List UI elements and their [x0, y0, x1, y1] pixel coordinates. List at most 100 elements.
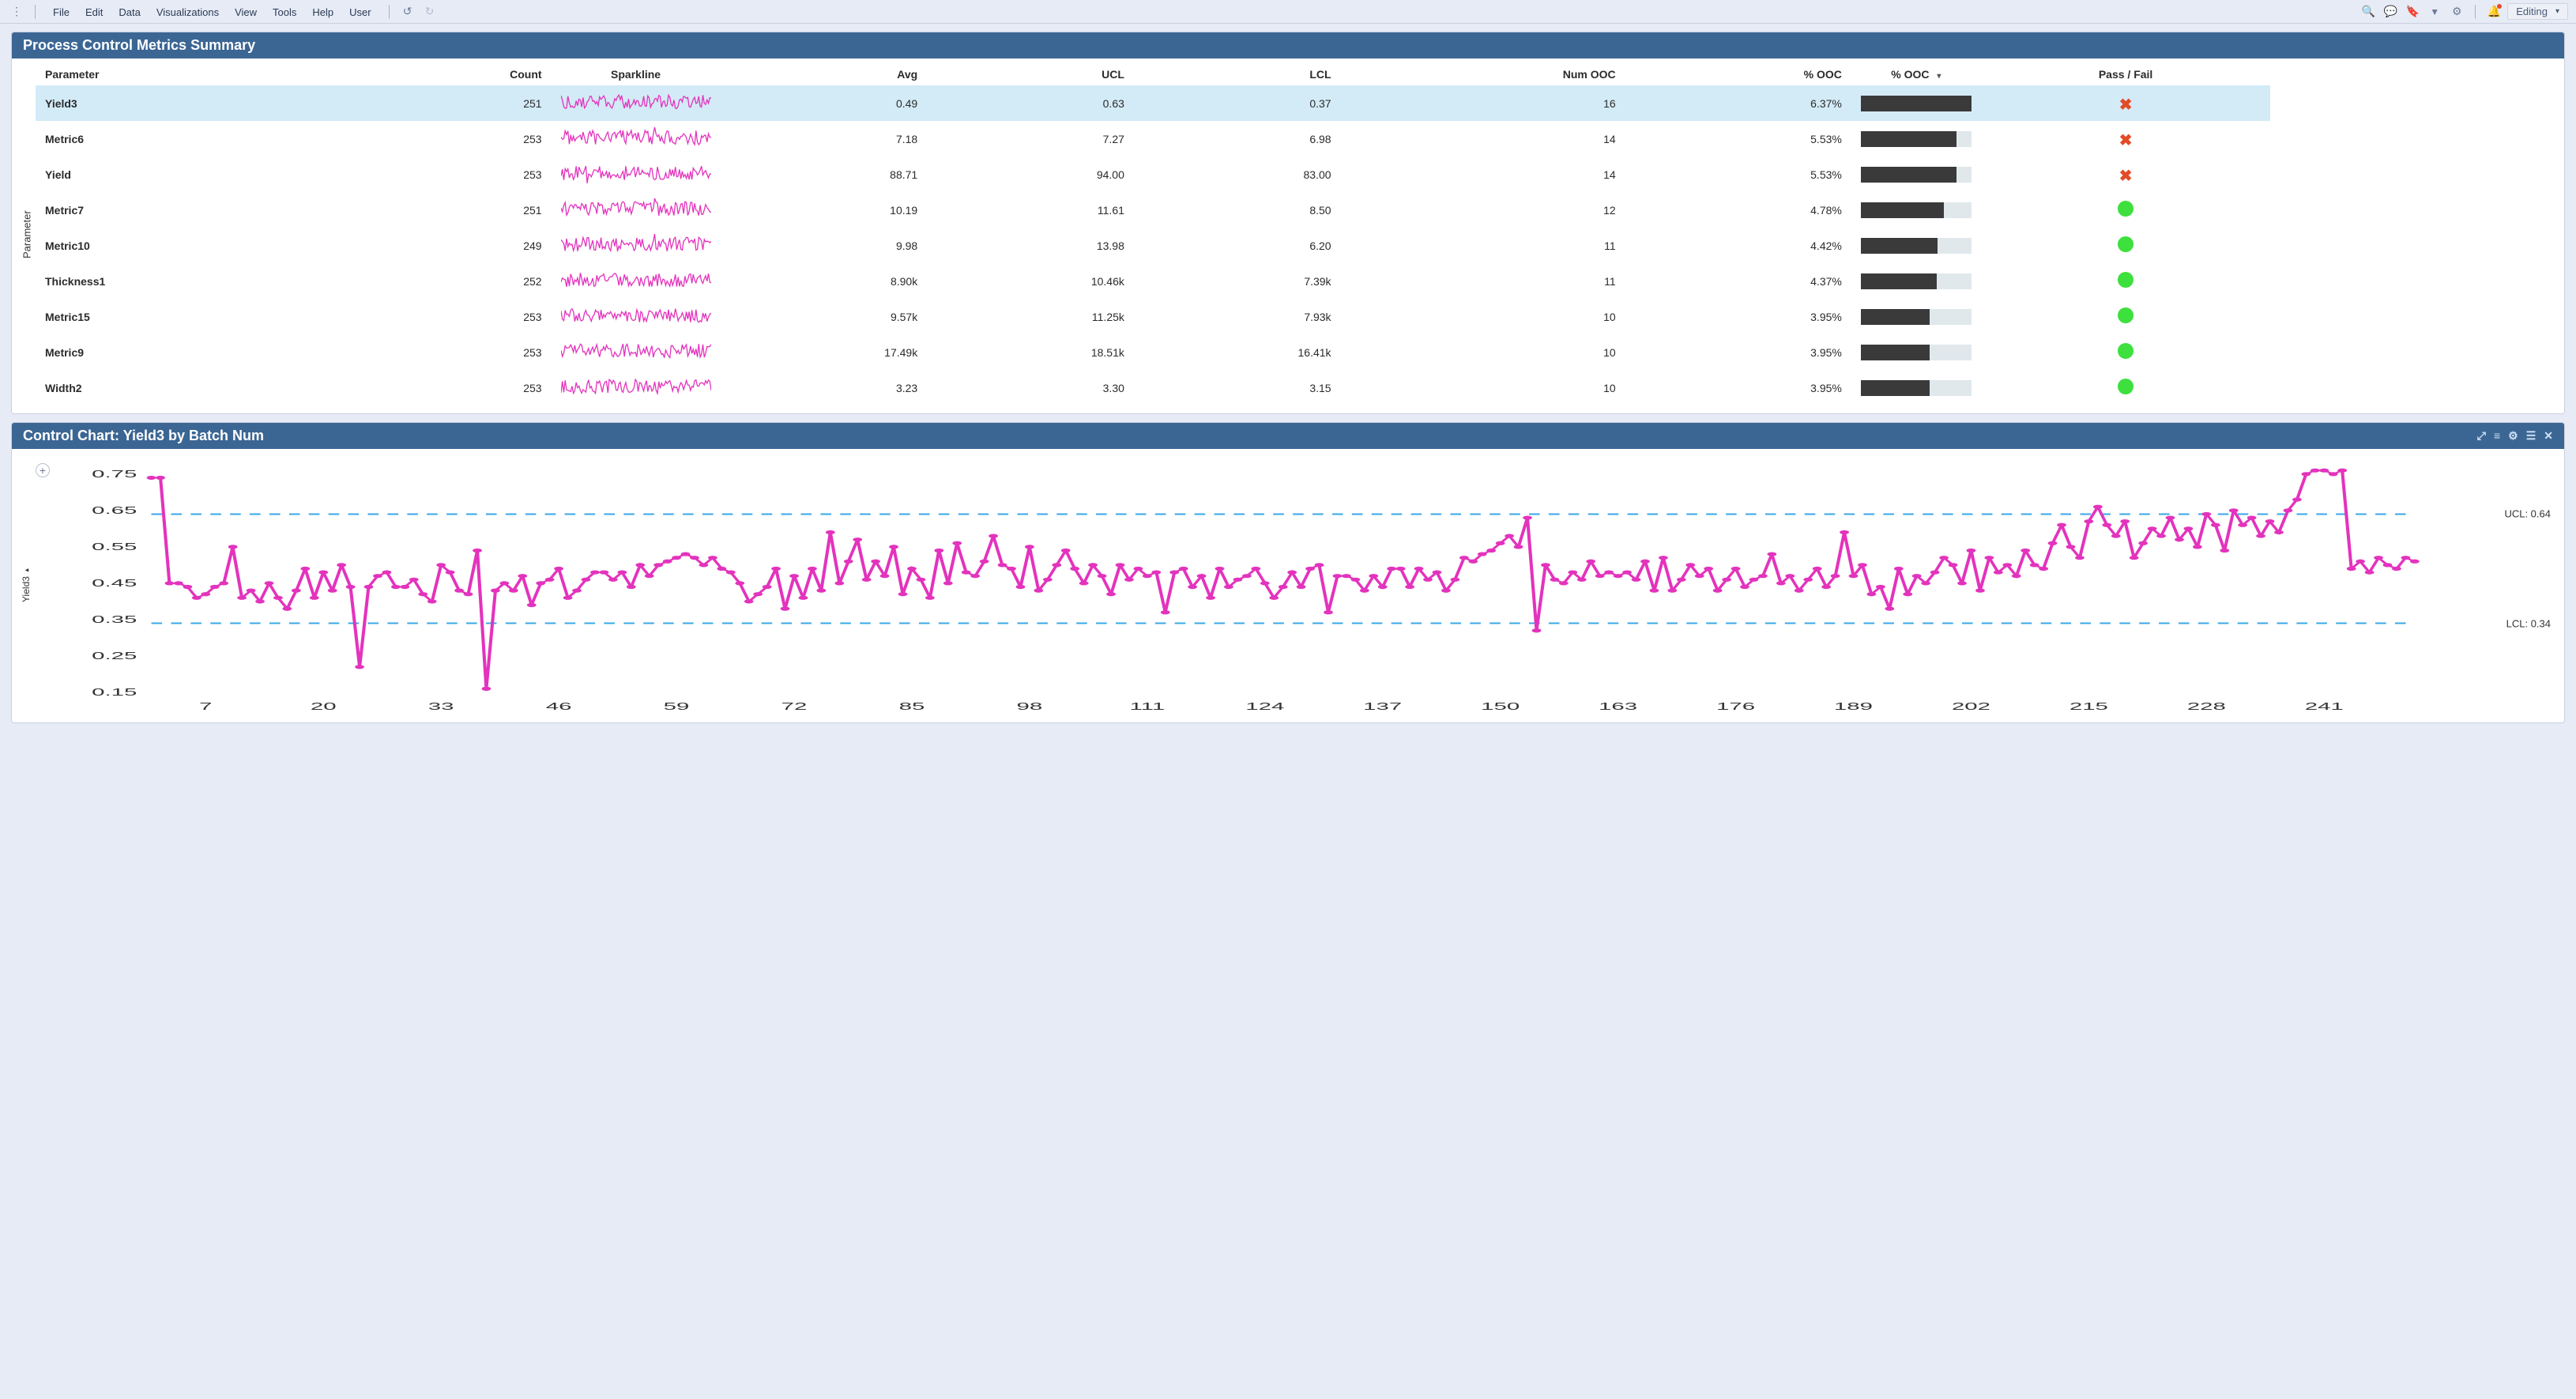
cell-numooc: 10 [1341, 334, 1625, 370]
menu-user[interactable]: User [341, 4, 378, 21]
cell-count: 249 [349, 228, 551, 263]
filter-icon[interactable] [2426, 3, 2443, 21]
cell-pctooc: 3.95% [1625, 299, 1851, 334]
menu-help[interactable]: Help [304, 4, 341, 21]
col-parameter[interactable]: Parameter [36, 63, 349, 85]
metrics-table: Parameter Count Sparkline Avg UCL LCL Nu… [36, 63, 2270, 405]
fail-icon: ✖ [2118, 130, 2133, 146]
redo-button[interactable] [421, 3, 439, 21]
legend-icon[interactable] [2526, 429, 2536, 443]
cell-numooc: 12 [1341, 192, 1625, 228]
expand-icon[interactable] [2477, 429, 2486, 443]
menu-visualizations[interactable]: Visualizations [149, 4, 227, 21]
cell-sparkline [552, 263, 721, 299]
add-axis-button[interactable]: + [36, 463, 50, 477]
cell-numooc: 11 [1341, 228, 1625, 263]
table-row[interactable]: Metric102499.9813.986.20114.42% [36, 228, 2270, 263]
svg-text:98: 98 [1017, 700, 1043, 712]
menu-edit[interactable]: Edit [77, 4, 111, 21]
col-passfail[interactable]: Pass / Fail [1981, 63, 2270, 85]
pass-icon [2118, 379, 2133, 394]
cell-ucl: 3.30 [927, 370, 1134, 405]
notifications-icon[interactable] [2485, 3, 2503, 21]
svg-text:137: 137 [1363, 700, 1402, 712]
cell-pctooc: 4.42% [1625, 228, 1851, 263]
app-menu-icon[interactable] [8, 3, 25, 21]
panel-header: Control Chart: Yield3 by Batch Num [12, 423, 2564, 449]
cell-sparkline [552, 85, 721, 121]
cell-sparkline [552, 156, 721, 192]
mode-label: Editing [2516, 6, 2548, 17]
svg-text:241: 241 [2305, 700, 2344, 712]
search-icon[interactable] [2359, 3, 2377, 21]
cell-numooc: 14 [1341, 156, 1625, 192]
cell-bar [1851, 263, 1981, 299]
cell-avg: 0.49 [721, 85, 928, 121]
menu-view[interactable]: View [227, 4, 265, 21]
table-row[interactable]: Metric925317.49k18.51k16.41k103.95% [36, 334, 2270, 370]
menu-file[interactable]: File [45, 4, 77, 21]
bookmark-icon[interactable] [2404, 3, 2421, 21]
control-chart-panel: Control Chart: Yield3 by Batch Num Yield… [11, 422, 2565, 723]
table-row[interactable]: Width22533.233.303.15103.95% [36, 370, 2270, 405]
cell-passfail [1981, 228, 2270, 263]
cell-lcl: 6.20 [1134, 228, 1341, 263]
table-row[interactable]: Metric725110.1911.618.50124.78% [36, 192, 2270, 228]
details-icon[interactable] [2494, 429, 2500, 443]
gear-icon[interactable] [2508, 429, 2518, 443]
col-count[interactable]: Count [349, 63, 551, 85]
cell-avg: 3.23 [721, 370, 928, 405]
col-sparkline[interactable]: Sparkline [552, 63, 721, 85]
col-numooc[interactable]: Num OOC [1341, 63, 1625, 85]
ucl-label: UCL: 0.64 [2502, 507, 2553, 521]
separator [2475, 5, 2476, 19]
table-row[interactable]: Yield32510.490.630.37166.37%✖ [36, 85, 2270, 121]
svg-text:0.45: 0.45 [92, 577, 137, 589]
table-row[interactable]: Thickness12528.90k10.46k7.39k114.37% [36, 263, 2270, 299]
cell-sparkline [552, 228, 721, 263]
cell-passfail [1981, 299, 2270, 334]
cell-sparkline [552, 121, 721, 156]
svg-text:228: 228 [2187, 700, 2226, 712]
col-ucl[interactable]: UCL [927, 63, 1134, 85]
table-row[interactable]: Yield25388.7194.0083.00145.53%✖ [36, 156, 2270, 192]
cell-lcl: 7.93k [1134, 299, 1341, 334]
cell-pctooc: 6.37% [1625, 85, 1851, 121]
panel-header: Process Control Metrics Summary [12, 32, 2564, 58]
close-icon[interactable] [2544, 429, 2553, 443]
svg-text:46: 46 [546, 700, 572, 712]
svg-text:111: 111 [1129, 700, 1165, 712]
cell-count: 251 [349, 85, 551, 121]
svg-text:20: 20 [311, 700, 337, 712]
chevron-down-icon: ▾ [2555, 7, 2559, 16]
cell-count: 253 [349, 334, 551, 370]
chevron-down-icon: ▸ [22, 566, 30, 574]
cell-avg: 10.19 [721, 192, 928, 228]
pass-icon [2118, 307, 2133, 323]
table-row[interactable]: Metric152539.57k11.25k7.93k103.95% [36, 299, 2270, 334]
svg-text:124: 124 [1245, 700, 1284, 712]
comments-icon[interactable] [2382, 3, 2399, 21]
settings-icon[interactable] [2448, 3, 2465, 21]
cell-pctooc: 4.78% [1625, 192, 1851, 228]
cell-avg: 88.71 [721, 156, 928, 192]
cell-passfail [1981, 334, 2270, 370]
col-pctooc-bar[interactable]: % OOC ▾ [1851, 63, 1981, 85]
svg-text:0.35: 0.35 [92, 613, 137, 625]
y-axis-selector[interactable]: Yield3 ▸ [18, 454, 34, 715]
col-lcl[interactable]: LCL [1134, 63, 1341, 85]
panel-tool-icons [2477, 429, 2553, 443]
svg-text:59: 59 [664, 700, 690, 712]
table-row[interactable]: Metric62537.187.276.98145.53%✖ [36, 121, 2270, 156]
cell-passfail [1981, 370, 2270, 405]
col-pctooc[interactable]: % OOC [1625, 63, 1851, 85]
cell-pctooc: 5.53% [1625, 121, 1851, 156]
menu-data[interactable]: Data [111, 4, 148, 21]
mode-dropdown[interactable]: Editing ▾ [2507, 3, 2568, 20]
chart-plot-area[interactable]: 0.150.250.350.450.550.650.75720334659728… [53, 454, 2558, 715]
cell-pctooc: 5.53% [1625, 156, 1851, 192]
menu-tools[interactable]: Tools [265, 4, 304, 21]
col-avg[interactable]: Avg [721, 63, 928, 85]
cell-passfail: ✖ [1981, 156, 2270, 192]
undo-button[interactable] [399, 3, 416, 21]
